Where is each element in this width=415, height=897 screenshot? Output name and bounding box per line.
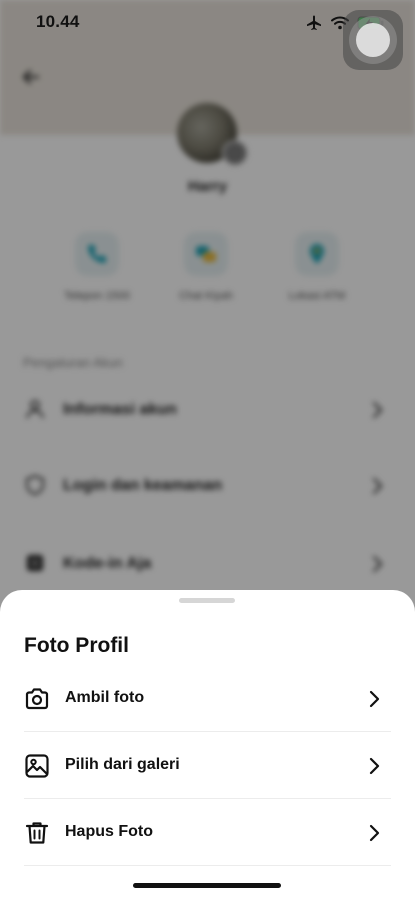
choose-gallery-option[interactable]: Pilih dari galeri bbox=[0, 733, 415, 799]
option-label: Hapus Foto bbox=[65, 823, 153, 840]
divider bbox=[24, 731, 391, 732]
airplane-icon bbox=[307, 15, 321, 30]
chevron-right-icon bbox=[369, 690, 380, 708]
status-time: 10.44 bbox=[36, 12, 80, 31]
camera-icon bbox=[25, 688, 49, 710]
home-indicator[interactable] bbox=[133, 883, 281, 888]
chevron-right-icon bbox=[369, 824, 380, 842]
option-label: Pilih dari galeri bbox=[65, 756, 180, 773]
assistive-touch-center bbox=[356, 23, 390, 57]
sheet-title: Foto Profil bbox=[24, 634, 129, 657]
profile-screen: Harry Telepon 1500 Chat Kiyah Lokasi ATM… bbox=[0, 0, 415, 897]
gallery-icon bbox=[25, 754, 49, 778]
delete-photo-option[interactable]: Hapus Foto bbox=[0, 800, 415, 866]
photo-options-sheet: Foto Profil Ambil foto Pilih dari galeri bbox=[0, 590, 415, 897]
trash-icon bbox=[25, 822, 49, 844]
divider bbox=[24, 798, 391, 799]
take-photo-option[interactable]: Ambil foto bbox=[0, 666, 415, 732]
assistive-touch-button[interactable] bbox=[343, 10, 403, 70]
sheet-drag-handle[interactable] bbox=[179, 598, 235, 603]
option-label: Ambil foto bbox=[65, 689, 145, 706]
chevron-right-icon bbox=[369, 757, 380, 775]
divider bbox=[24, 865, 391, 866]
